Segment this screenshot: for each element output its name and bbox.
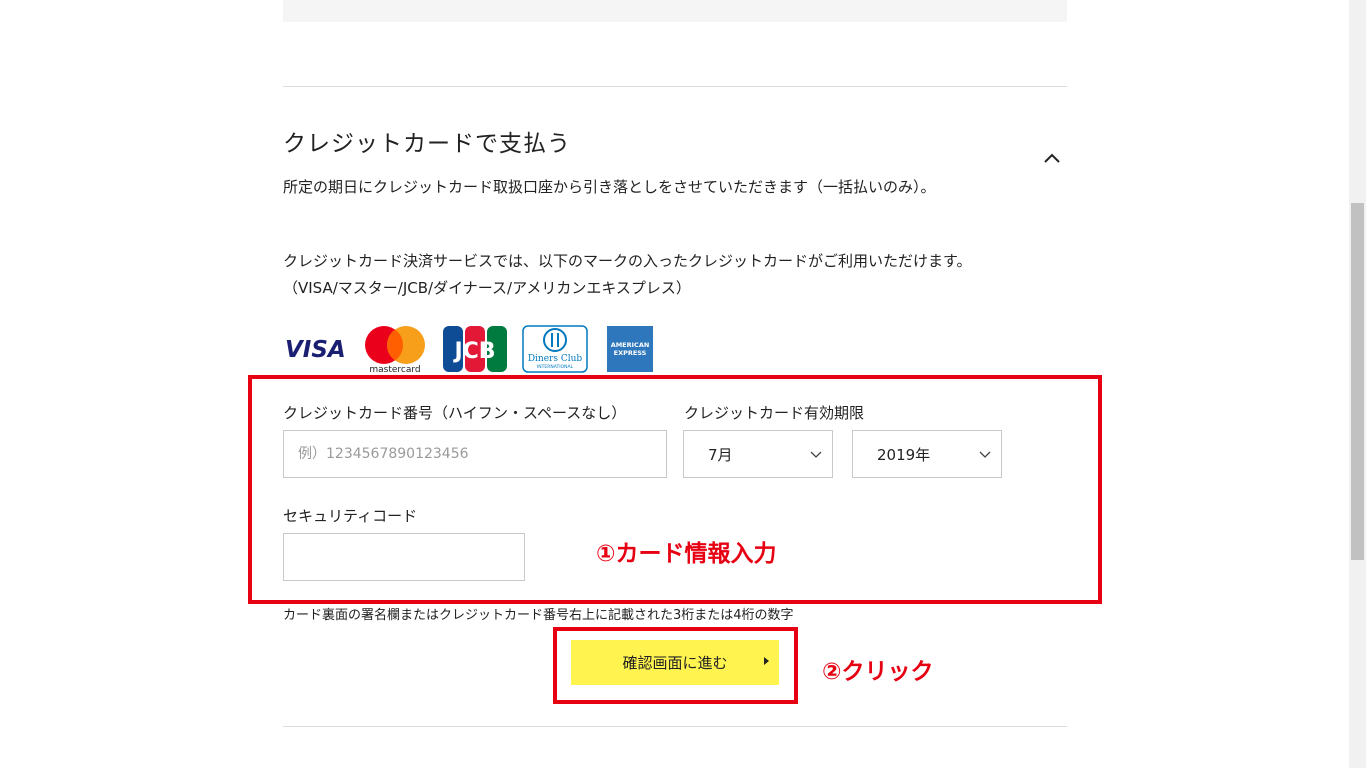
previous-section-box: [283, 0, 1067, 22]
divider-top: [283, 86, 1067, 87]
card-info-highlight-box: [248, 375, 1102, 604]
american-express-logo: AMERICAN EXPRESS: [606, 325, 654, 373]
divider-bottom: [283, 726, 1067, 727]
card-brands-list: （VISA/マスター/JCB/ダイナース/アメリカンエキスプレス）: [283, 279, 691, 297]
chevron-up-icon[interactable]: [1040, 148, 1064, 168]
card-service-description: クレジットカード決済サービスでは、以下のマークの入ったクレジットカードがご利用い…: [283, 252, 972, 270]
svg-text:JCB: JCB: [452, 339, 495, 364]
svg-text:AMERICAN: AMERICAN: [611, 341, 650, 349]
step2-annotation: ②クリック: [822, 659, 934, 685]
scrollbar-thumb[interactable]: [1351, 203, 1364, 560]
svg-text:mastercard: mastercard: [369, 365, 420, 375]
section-description: 所定の期日にクレジットカード取扱口座から引き落としをさせていただきます（一括払い…: [283, 178, 936, 196]
svg-text:Diners Club: Diners Club: [528, 354, 583, 364]
jcb-logo: JCB: [442, 325, 508, 373]
svg-text:EXPRESS: EXPRESS: [614, 349, 647, 357]
svg-text:INTERNATIONAL: INTERNATIONAL: [537, 364, 574, 370]
click-highlight-box: [553, 627, 798, 704]
visa-logo: VISA: [283, 325, 349, 373]
svg-text:VISA: VISA: [285, 337, 346, 363]
diners-club-logo: Diners Club INTERNATIONAL: [522, 325, 588, 373]
security-code-note: カード裏面の署名欄またはクレジットカード番号右上に記載された3桁または4桁の数字: [283, 608, 794, 623]
section-title: クレジットカードで支払う: [283, 131, 571, 157]
mastercard-logo: mastercard: [361, 325, 429, 375]
step1-annotation: ①カード情報入力: [596, 541, 777, 567]
